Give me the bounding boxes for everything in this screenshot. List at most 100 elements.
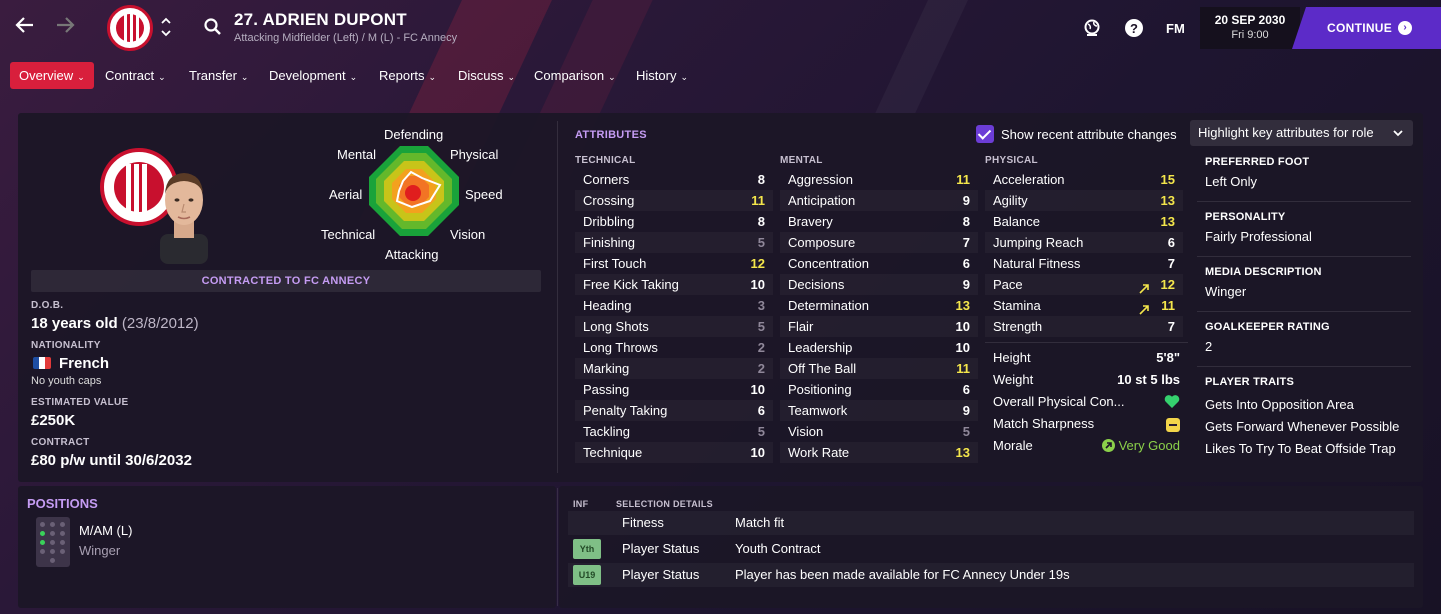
tab-history[interactable]: History ⌄: [627, 62, 697, 89]
condition-row: Overall Physical Con...: [985, 391, 1188, 413]
attribute-row[interactable]: First Touch 12: [575, 253, 773, 274]
attribute-value: 7: [962, 235, 970, 250]
trait-item[interactable]: Likes To Try To Beat Offside Trap: [1205, 441, 1396, 456]
goalkeeper-rating-value: 2: [1205, 339, 1213, 354]
contract-label: CONTRACT: [31, 437, 90, 448]
height-row: Height 5'8": [993, 350, 1180, 365]
attribute-name: Natural Fitness: [993, 256, 1081, 271]
attribute-value: 11: [751, 193, 765, 208]
player-traits-label: PLAYER TRAITS: [1205, 376, 1294, 388]
club-crest-icon[interactable]: [107, 5, 153, 51]
attribute-row[interactable]: Heading 3: [575, 295, 773, 316]
attribute-name: Leadership: [788, 340, 853, 355]
attribute-row[interactable]: Tackling 5: [575, 421, 773, 442]
attribute-row[interactable]: Composure 7: [780, 232, 978, 253]
attribute-row[interactable]: Anticipation 9: [780, 190, 978, 211]
attribute-row[interactable]: Finishing 5: [575, 232, 773, 253]
attribute-name: Dribbling: [583, 214, 635, 229]
attribute-row[interactable]: Strength 7: [985, 316, 1183, 337]
attribute-row[interactable]: Crossing 11: [575, 190, 773, 211]
attribute-row[interactable]: Long Throws 2: [575, 337, 773, 358]
divider: [1197, 366, 1411, 367]
globe-icon[interactable]: [1082, 18, 1102, 38]
attribute-row[interactable]: Free Kick Taking 10: [575, 274, 773, 295]
attribute-row[interactable]: Passing 10: [575, 379, 773, 400]
tab-comparison[interactable]: Comparison ⌄: [525, 62, 625, 89]
tab-discuss[interactable]: Discuss ⌄: [449, 62, 524, 89]
show-changes-checkbox[interactable]: [976, 125, 994, 143]
attribute-row[interactable]: Teamwork 9: [780, 400, 978, 421]
attribute-row[interactable]: Concentration 6: [780, 253, 978, 274]
forward-arrow-icon[interactable]: [53, 14, 77, 38]
tab-reports[interactable]: Reports ⌄: [370, 62, 445, 89]
attribute-row[interactable]: Vision 5: [780, 421, 978, 442]
attribute-name: Stamina: [993, 298, 1041, 313]
tab-development[interactable]: Development ⌄: [260, 62, 366, 89]
chevron-down-icon: [1393, 120, 1403, 157]
contract-status-bar[interactable]: CONTRACTED TO FC ANNECY: [31, 270, 541, 292]
continue-button[interactable]: CONTINUE ›: [1292, 7, 1441, 49]
tab-transfer[interactable]: Transfer ⌄: [180, 62, 257, 89]
highlight-attributes-dropdown[interactable]: Highlight key attributes for role: [1190, 120, 1413, 146]
attribute-row[interactable]: Flair 10: [780, 316, 978, 337]
attribute-row[interactable]: Natural Fitness 7: [985, 253, 1183, 274]
attribute-row[interactable]: Corners 8: [575, 169, 773, 190]
attribute-name: Free Kick Taking: [583, 277, 679, 292]
attribute-row[interactable]: Positioning 6: [780, 379, 978, 400]
nationality-value[interactable]: French: [59, 355, 109, 372]
attribute-name: Tackling: [583, 424, 630, 439]
attribute-name: Composure: [788, 235, 856, 250]
attribute-change-arrow-icon: [1139, 300, 1149, 315]
divider: [557, 488, 558, 606]
attribute-row[interactable]: Balance 13: [985, 211, 1183, 232]
attribute-row[interactable]: Decisions 9: [780, 274, 978, 295]
player-switch-chevrons[interactable]: [160, 15, 172, 42]
attribute-value: 5: [757, 424, 765, 439]
attribute-value: 10: [750, 445, 765, 460]
tab-contract[interactable]: Contract ⌄: [96, 62, 175, 89]
attribute-value: 10: [955, 319, 970, 334]
attribute-row[interactable]: Long Shots 5: [575, 316, 773, 337]
attribute-name: Concentration: [788, 256, 869, 271]
help-icon[interactable]: ?: [1124, 18, 1144, 38]
attribute-value: 8: [962, 214, 970, 229]
preferred-foot-value: Left Only: [1205, 174, 1258, 189]
attribute-row[interactable]: Agility 13: [985, 190, 1183, 211]
attribute-value: 9: [962, 403, 970, 418]
attribute-value: 7: [1167, 256, 1175, 271]
trait-item[interactable]: Gets Into Opposition Area: [1205, 397, 1354, 412]
attribute-name: Long Throws: [583, 340, 658, 355]
position-pitch-icon: [36, 517, 70, 567]
current-date: 20 SEP 2030: [1214, 13, 1286, 27]
chevron-down-icon: ⌄: [158, 72, 166, 82]
attribute-row[interactable]: Dribbling 8: [575, 211, 773, 232]
chevron-down-icon: ⌄: [77, 72, 85, 82]
top-bar: 27. ADRIEN DUPONT Attacking Midfielder (…: [0, 0, 1441, 56]
search-icon[interactable]: [204, 18, 221, 35]
attribute-row[interactable]: Acceleration 15: [985, 169, 1183, 190]
attribute-row[interactable]: Marking 2: [575, 358, 773, 379]
attribute-row[interactable]: Penalty Taking 6: [575, 400, 773, 421]
attribute-row[interactable]: Technique 10: [575, 442, 773, 463]
trait-item[interactable]: Gets Forward Whenever Possible: [1205, 419, 1399, 434]
attribute-name: Decisions: [788, 277, 845, 292]
attribute-name: First Touch: [583, 256, 647, 271]
attribute-row[interactable]: Aggression 11: [780, 169, 978, 190]
attribute-row[interactable]: Leadership 10: [780, 337, 978, 358]
attribute-row[interactable]: Off The Ball 11: [780, 358, 978, 379]
attribute-row[interactable]: Determination 13: [780, 295, 978, 316]
attribute-row[interactable]: Pace 12: [985, 274, 1183, 295]
show-changes-label[interactable]: Show recent attribute changes: [1001, 127, 1177, 142]
fm-logo[interactable]: FM: [1166, 21, 1185, 36]
media-description-label: MEDIA DESCRIPTION: [1205, 266, 1322, 278]
attribute-name: Finishing: [583, 235, 636, 250]
attribute-row[interactable]: Work Rate 13: [780, 442, 978, 463]
attribute-row[interactable]: Bravery 8: [780, 211, 978, 232]
attribute-row[interactable]: Stamina 11: [985, 295, 1183, 316]
attribute-row[interactable]: Jumping Reach 6: [985, 232, 1183, 253]
svg-text:?: ?: [1130, 21, 1138, 36]
morale-row: Morale Very Good: [985, 435, 1188, 457]
attribute-value: 11: [956, 172, 970, 187]
tab-overview[interactable]: Overview ⌄: [10, 62, 94, 89]
back-arrow-icon[interactable]: [13, 14, 37, 38]
